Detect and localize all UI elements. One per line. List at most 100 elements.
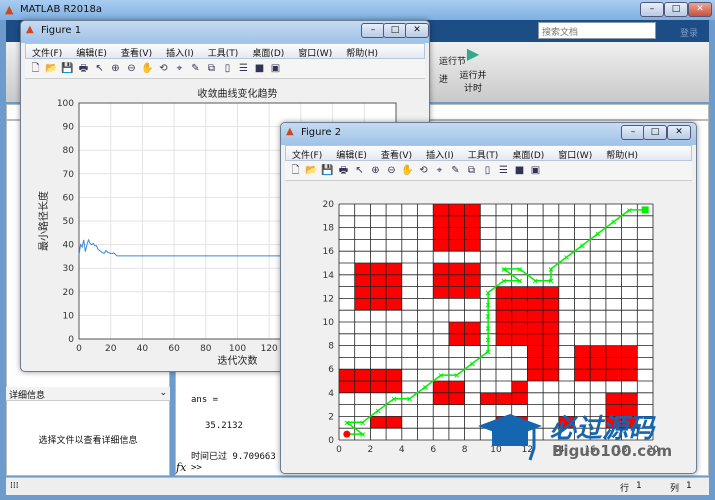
menu-item[interactable]: 帮助(H) [346, 46, 378, 59]
menu-item[interactable]: 桌面(D) [512, 148, 544, 161]
zoom-in-icon[interactable]: ⊕ [369, 164, 382, 177]
minimize-button[interactable]: – [621, 125, 645, 140]
obstacle [433, 263, 481, 299]
advance-button[interactable]: 进 [439, 72, 448, 85]
y-tick-label: 18 [323, 224, 335, 234]
path-marker: × [485, 324, 492, 333]
y-tick-label: 10 [323, 318, 335, 328]
brush-icon[interactable]: ✎ [449, 164, 462, 177]
menu-item[interactable]: 工具(T) [208, 46, 239, 59]
print-icon[interactable]: 🖶 [77, 62, 90, 75]
path-marker: × [500, 277, 507, 286]
matlab-logo-icon: ▲ [5, 3, 14, 16]
details-header-label: 详细信息 [9, 391, 46, 401]
fx-icon[interactable]: fx [176, 461, 186, 474]
minimize-button[interactable]: – [361, 23, 385, 38]
menu-item[interactable]: 工具(T) [468, 148, 499, 161]
details-header[interactable]: 详细信息 ⌄ [6, 387, 170, 401]
path-marker: × [469, 359, 476, 368]
link-icon[interactable]: ⧉ [465, 164, 478, 177]
brush-icon[interactable]: ✎ [189, 62, 202, 75]
matlab-logo-icon: ▲ [26, 24, 34, 35]
menu-item[interactable]: 插入(I) [426, 148, 454, 161]
figure-2-title-bar[interactable]: ▲ Figure 2 – □ ✕ [281, 123, 696, 145]
x-tick-label: 4 [399, 445, 405, 455]
chevron-down-icon: ⌄ [159, 388, 167, 398]
path-marker: × [500, 265, 507, 274]
menu-item[interactable]: 桌面(D) [252, 46, 284, 59]
cmd-line: ans = [191, 395, 219, 405]
data-cursor-icon[interactable]: ⌖ [173, 62, 186, 75]
menu-bar: 文件(F) 编辑(E) 查看(V) 插入(I) 工具(T) 桌面(D) 窗口(W) 帮助(H) [25, 43, 425, 59]
zoom-out-icon[interactable]: ⊖ [125, 62, 138, 75]
col-label: 列 [670, 484, 680, 494]
y-tick-label: 2 [328, 412, 334, 422]
menu-item[interactable]: 查看(V) [381, 148, 412, 161]
maximize-button[interactable]: □ [664, 2, 688, 17]
login-link[interactable]: 登录 [680, 26, 698, 39]
command-prompt[interactable]: >> [191, 463, 202, 473]
data-cursor-icon[interactable]: ⌖ [433, 164, 446, 177]
menu-item[interactable]: 帮助(H) [606, 148, 638, 161]
open-icon[interactable]: 📂 [305, 164, 318, 177]
y-tick-label: 80 [63, 146, 75, 156]
maximize-button[interactable]: □ [643, 125, 667, 140]
close-button[interactable]: ✕ [688, 2, 712, 17]
path-marker: × [579, 241, 586, 250]
new-icon[interactable]: 🗋 [29, 62, 42, 75]
print-icon[interactable]: 🖶 [337, 164, 350, 177]
y-tick-label: 6 [328, 365, 334, 375]
path-marker: × [548, 277, 555, 286]
y-tick-label: 12 [323, 294, 334, 304]
search-docs-input[interactable]: 搜索文档 [538, 22, 656, 39]
maximize-button[interactable]: □ [383, 23, 407, 38]
rotate-icon[interactable]: ⟲ [157, 62, 170, 75]
menu-item[interactable]: 查看(V) [121, 46, 152, 59]
minimize-button[interactable]: – [640, 2, 664, 17]
link-icon[interactable]: ⧉ [205, 62, 218, 75]
hide-plot-tools-icon[interactable]: ■ [513, 164, 526, 177]
matlab-logo-icon: ▲ [286, 126, 294, 137]
open-icon[interactable]: 📂 [45, 62, 58, 75]
save-icon[interactable]: 💾 [61, 62, 74, 75]
y-tick-label: 50 [63, 217, 75, 227]
path-marker: × [375, 407, 382, 416]
figure-1-title-bar[interactable]: ▲ Figure 1 – □ ✕ [21, 21, 429, 43]
path-marker: × [610, 218, 617, 227]
pointer-icon[interactable]: ↖ [353, 164, 366, 177]
hide-plot-tools-icon[interactable]: ■ [253, 62, 266, 75]
path-marker: × [359, 418, 366, 427]
rotate-icon[interactable]: ⟲ [417, 164, 430, 177]
menu-item[interactable]: 窗口(W) [558, 148, 592, 161]
run-and-time-button[interactable]: 运行并 计时 [456, 68, 490, 94]
legend-icon[interactable]: ☰ [237, 62, 250, 75]
menu-item[interactable]: 编辑(E) [336, 148, 367, 161]
menu-item[interactable]: 文件(F) [292, 148, 322, 161]
show-plot-tools-icon[interactable]: ▣ [529, 164, 542, 177]
show-plot-tools-icon[interactable]: ▣ [269, 62, 282, 75]
y-tick-label: 4 [328, 389, 334, 399]
path-marker: × [485, 289, 492, 298]
close-button[interactable]: ✕ [405, 23, 429, 38]
y-tick-label: 40 [63, 241, 75, 251]
menu-item[interactable]: 插入(I) [166, 46, 194, 59]
colorbar-icon[interactable]: ▯ [221, 62, 234, 75]
save-icon[interactable]: 💾 [321, 164, 334, 177]
obstacle [480, 392, 528, 405]
row-value: 1 [636, 481, 642, 491]
zoom-in-icon[interactable]: ⊕ [109, 62, 122, 75]
close-button[interactable]: ✕ [667, 125, 691, 140]
x-tick-label: 0 [336, 445, 342, 455]
pan-icon[interactable]: ✋ [141, 62, 154, 75]
x-axis-label: 迭代次数 [218, 354, 258, 367]
zoom-out-icon[interactable]: ⊖ [385, 164, 398, 177]
pointer-icon[interactable]: ↖ [93, 62, 106, 75]
menu-item[interactable]: 窗口(W) [298, 46, 332, 59]
menu-item[interactable]: 文件(F) [32, 46, 62, 59]
x-tick-label: 40 [137, 344, 149, 354]
menu-item[interactable]: 编辑(E) [76, 46, 107, 59]
pan-icon[interactable]: ✋ [401, 164, 414, 177]
legend-icon[interactable]: ☰ [497, 164, 510, 177]
colorbar-icon[interactable]: ▯ [481, 164, 494, 177]
new-icon[interactable]: 🗋 [289, 164, 302, 177]
